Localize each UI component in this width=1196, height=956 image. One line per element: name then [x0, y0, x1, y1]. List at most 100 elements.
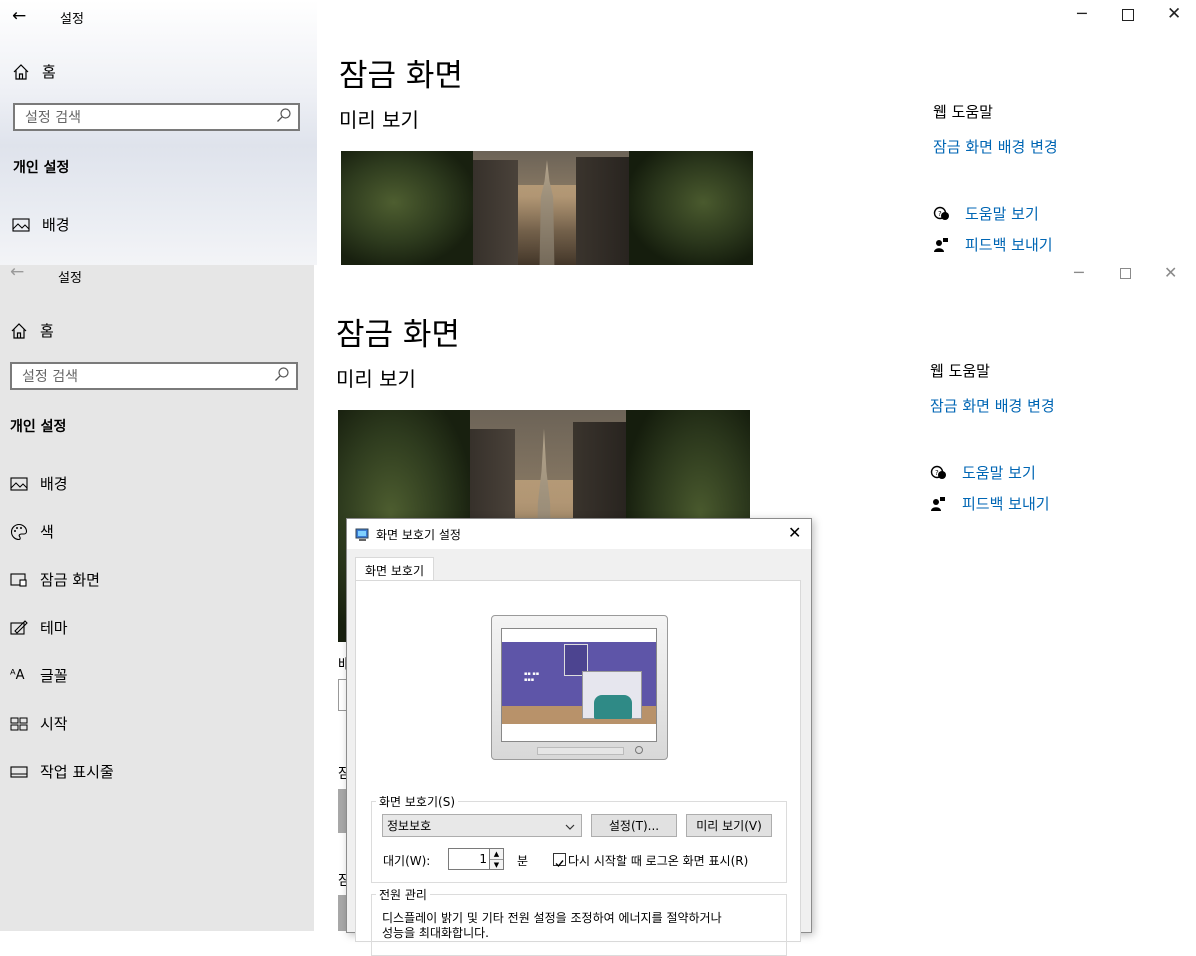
display-settings-icon: [355, 527, 370, 546]
feedback-link[interactable]: 피드백 보내기: [933, 234, 1053, 255]
monitor-screen: ▪▪ ▪▪ ▪▪▪: [501, 628, 657, 742]
lock-screen-icon: [10, 572, 40, 588]
wait-label: 대기(W):: [383, 854, 431, 868]
window-title: 설정: [58, 271, 82, 286]
change-lock-bg-link[interactable]: 잠금 화면 배경 변경: [930, 395, 1055, 416]
group-heading: 개인 설정: [10, 419, 67, 435]
spin-down-icon[interactable]: ▼: [490, 860, 503, 870]
settings-window-top: ← 설정 홈 설정 검색 개인 설정 배경 잠금 화면 미리 보기 웹 도움말 …: [0, 0, 1196, 265]
checkmark-icon: [555, 860, 564, 868]
tab-panel: ▪▪ ▪▪ ▪▪▪ 화면 보호기(S) 정보보호 설정(T)... 미리 보기(…: [355, 580, 801, 956]
maximize-button[interactable]: [1122, 9, 1134, 21]
get-help-label: 도움말 보기: [962, 464, 1036, 482]
sidebar-item-background[interactable]: 배경: [12, 214, 70, 235]
dialog-close-button[interactable]: ✕: [788, 523, 801, 542]
feedback-link[interactable]: 피드백 보내기: [930, 493, 1050, 514]
sidebar-item-fonts[interactable]: ᴬA 글꼴: [10, 665, 68, 686]
search-icon: [276, 107, 292, 127]
help-chat-icon: ?: [933, 206, 965, 222]
tab-screensaver[interactable]: 화면 보호기: [355, 557, 434, 582]
sidebar: ← 설정 홈 설정 검색 개인 설정 배경 색 잠금 화면 테마 ᴬA 글꼴 시…: [0, 262, 314, 931]
sidebar-item-label: 색: [40, 523, 54, 541]
window-title: 설정: [60, 12, 84, 27]
feedback-icon: [930, 496, 962, 512]
start-icon: [10, 717, 40, 731]
screensaver-group-legend: 화면 보호기(S): [376, 793, 458, 810]
minimize-button[interactable]: ─: [1077, 4, 1087, 23]
back-arrow-icon[interactable]: ←: [12, 6, 26, 26]
screensaver-preview-monitor: ▪▪ ▪▪ ▪▪▪: [491, 615, 668, 760]
sidebar-item-label: 잠금 화면: [40, 571, 100, 589]
taskbar-icon: [10, 765, 40, 778]
sidebar-home-label: 홈: [42, 63, 56, 81]
font-icon: ᴬA: [10, 668, 25, 683]
chevron-down-icon: [565, 819, 575, 833]
sidebar-item-start[interactable]: 시작: [10, 713, 68, 734]
minimize-button[interactable]: ─: [1074, 263, 1084, 282]
sidebar-item-label: 테마: [40, 619, 68, 637]
sidebar-item-home[interactable]: 홈: [10, 320, 54, 341]
monitor-slot: [537, 747, 624, 755]
sidebar: ← 설정 홈 설정 검색 개인 설정 배경: [0, 0, 317, 265]
change-lock-bg-link[interactable]: 잠금 화면 배경 변경: [933, 136, 1058, 157]
sidebar-item-label: 시작: [40, 715, 68, 733]
maximize-button[interactable]: [1120, 268, 1131, 279]
preview-heading: 미리 보기: [339, 108, 419, 132]
feedback-label: 피드백 보내기: [965, 236, 1053, 254]
web-help-heading: 웹 도움말: [930, 362, 990, 380]
get-help-label: 도움말 보기: [965, 205, 1039, 223]
search-placeholder: 설정 검색: [22, 369, 78, 385]
dialog-title: 화면 보호기 설정: [376, 528, 461, 542]
wait-minutes-input[interactable]: 1: [448, 848, 490, 870]
home-icon: [12, 63, 42, 81]
preview-small-text: ▪▪ ▪▪ ▪▪▪: [524, 671, 540, 683]
get-help-link[interactable]: ? 도움말 보기: [933, 203, 1039, 224]
preview-character: [594, 695, 632, 719]
help-chat-icon: ?: [930, 465, 962, 481]
close-button[interactable]: ✕: [1167, 4, 1181, 24]
sidebar-item-label: 배경: [40, 475, 68, 493]
sidebar-item-label: 글꼴: [40, 667, 68, 685]
preview-heading: 미리 보기: [336, 367, 416, 391]
svg-text:?: ?: [935, 469, 939, 477]
sidebar-item-taskbar[interactable]: 작업 표시줄: [10, 761, 114, 782]
home-icon: [10, 322, 40, 340]
page-title: 잠금 화면: [339, 58, 463, 94]
search-input[interactable]: 설정 검색: [13, 103, 300, 131]
settings-button[interactable]: 설정(T)...: [591, 814, 677, 837]
web-help-heading: 웹 도움말: [933, 103, 993, 121]
sidebar-item-color[interactable]: 색: [10, 521, 54, 542]
screensaver-dialog: 화면 보호기 설정 ✕ 화면 보호기 ▪▪ ▪▪ ▪▪▪ 화면 보호기(S) 정…: [346, 518, 812, 956]
resume-logon-label: 다시 시작할 때 로그온 화면 표시(R): [568, 854, 749, 868]
close-button[interactable]: ✕: [1164, 263, 1177, 282]
get-help-link[interactable]: ? 도움말 보기: [930, 462, 1036, 483]
palette-icon: [10, 523, 40, 541]
page-title: 잠금 화면: [336, 317, 460, 353]
feedback-label: 피드백 보내기: [962, 495, 1050, 513]
sidebar-item-home[interactable]: 홈: [12, 61, 56, 82]
wait-spinner[interactable]: ▲ ▼: [490, 848, 504, 870]
screensaver-select[interactable]: 정보보호: [382, 814, 582, 837]
power-group-legend: 전원 관리: [376, 886, 430, 903]
feedback-icon: [933, 237, 965, 253]
back-arrow-icon[interactable]: ←: [10, 262, 24, 282]
wait-unit-label: 분: [517, 854, 529, 868]
search-icon: [274, 366, 290, 386]
search-input[interactable]: 설정 검색: [10, 362, 298, 390]
dialog-titlebar: 화면 보호기 설정 ✕: [347, 519, 811, 549]
svg-text:?: ?: [938, 210, 942, 218]
screensaver-select-value: 정보보호: [387, 819, 432, 833]
search-placeholder: 설정 검색: [25, 110, 81, 126]
sidebar-item-label: 배경: [42, 216, 70, 234]
sidebar-home-label: 홈: [40, 322, 54, 340]
lock-screen-preview-image: [341, 151, 753, 265]
sidebar-item-background[interactable]: 배경: [10, 473, 68, 494]
preview-button[interactable]: 미리 보기(V): [686, 814, 772, 837]
group-heading: 개인 설정: [13, 160, 70, 176]
resume-logon-checkbox[interactable]: [553, 853, 566, 868]
picture-icon: [10, 476, 40, 491]
sidebar-item-theme[interactable]: 테마: [10, 617, 68, 638]
spin-up-icon[interactable]: ▲: [490, 849, 503, 860]
picture-icon: [12, 217, 42, 232]
sidebar-item-lock-screen[interactable]: 잠금 화면: [10, 569, 100, 590]
